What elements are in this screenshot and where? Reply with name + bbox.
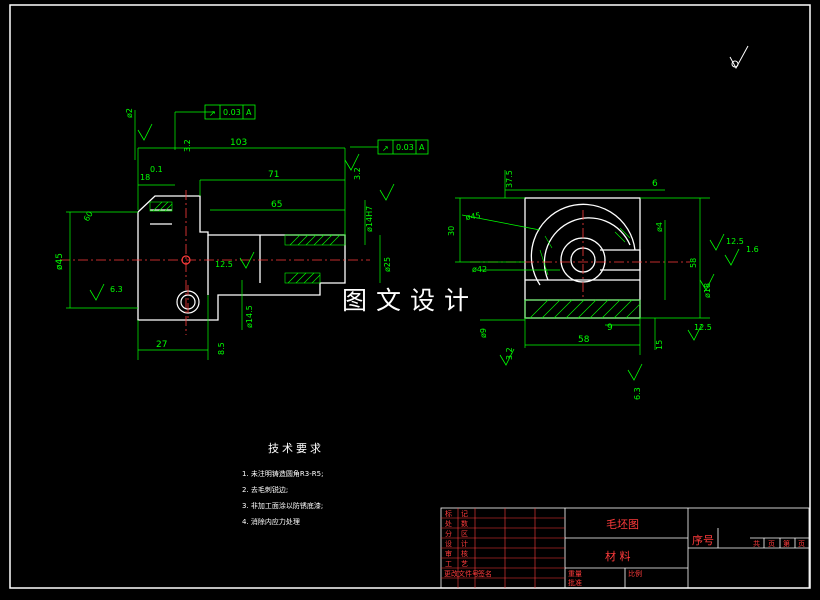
title-block-row-label: 工 [445, 560, 452, 568]
left-view-hatch [149, 201, 346, 284]
tech-requirement-item: 3. 非加工面涂以防锈底漆; [242, 502, 324, 510]
dim-text: 12.5 [694, 323, 712, 332]
dim-text: 0.1 [150, 165, 163, 174]
title-block-sheet-cell: 页 [798, 540, 805, 548]
left-view-part-outline [137, 195, 346, 321]
title-block-sheet-cell: 第 [783, 540, 790, 548]
title-block-row-label: 设 [445, 540, 452, 548]
title-block-row-label: 记 [461, 510, 468, 518]
title-block-seq-label: 序号 [692, 534, 714, 547]
title-block-row-label: 分 [445, 530, 452, 538]
dim-text: ø25 [383, 257, 392, 272]
dim-text: 37.5 [505, 170, 514, 188]
dim-text: 65 [271, 200, 282, 210]
dim-text: 58 [578, 335, 590, 345]
title-block-row-label: 标 [445, 510, 452, 518]
dim-text: 15 [655, 340, 664, 350]
dim-text: 71 [268, 170, 279, 180]
dim-text: 12.5 [215, 260, 233, 269]
right-view-roughness-symbols [499, 233, 740, 381]
dim-text: 6 [652, 179, 658, 189]
title-block-material-label: 材 料 [605, 550, 631, 563]
dim-text: ø14H7 [365, 206, 374, 232]
dim-text: 3.2 [183, 139, 192, 152]
dim-text: ↗ [209, 109, 216, 118]
title-block-row-label: 艺 [461, 560, 468, 568]
title-block-row-label: 数 [461, 520, 468, 528]
title-block-sheet-cell: 页 [768, 540, 775, 548]
tolerance-frame-2 [350, 139, 429, 155]
dim-text: ø14.5 [245, 305, 254, 328]
dim-text: 18 [140, 173, 150, 182]
dim-text: 0.03 [396, 143, 414, 152]
dim-text: ø42 [472, 265, 487, 274]
dim-text: ø2 [125, 108, 134, 118]
dim-text: 0.03 [223, 108, 241, 117]
title-block-row-label: 区 [461, 530, 468, 538]
dim-text: ø45 [465, 211, 481, 222]
technical-requirements: 技术要求 1. 未注明铸造圆角R3-R5; 2. 去毛刺锐边; 3. 非加工面涂… [242, 440, 324, 530]
tech-requirement-item: 2. 去毛刺锐边; [242, 486, 289, 494]
dim-text: 58 [689, 258, 698, 268]
dim-text: A [246, 108, 252, 117]
tech-requirements-title: 技术要求 [268, 442, 324, 455]
dim-text: 103 [230, 138, 247, 148]
dim-text: ø4 [655, 222, 664, 232]
title-block-sign-label: 批准 [568, 579, 582, 587]
dim-text: 6.3 [110, 285, 123, 294]
dim-text: ø45 [55, 253, 65, 270]
dim-text: ø18 [703, 283, 712, 298]
title-block-row-label: 计 [461, 540, 468, 548]
title-block-row-label: 核 [461, 550, 468, 558]
tech-requirement-item: 4. 消除内应力处理 [242, 518, 300, 526]
title-block-sheet-cell: 共 [753, 540, 760, 548]
dim-text: 3.2 [353, 167, 362, 180]
title-block-row-label: 更改文件号 [444, 570, 479, 578]
dim-text: 30 [447, 226, 456, 236]
dim-text: 1.6 [746, 245, 759, 254]
watermark-text: 图文设计 [338, 284, 483, 318]
title-block-sign-label: 比例 [628, 570, 642, 578]
dim-text: 9 [607, 323, 613, 333]
roughness-symbol-general [729, 45, 749, 70]
title-block-row-label: 处 [445, 520, 452, 528]
title-block-sign-label: 重量 [568, 570, 582, 578]
dim-text: 12.5 [726, 237, 744, 246]
dim-text: 3.2 [505, 347, 514, 360]
dim-text: ø9 [479, 328, 488, 338]
dim-text: 27 [156, 340, 167, 350]
title-block-row-label: 签名 [478, 570, 492, 578]
right-view-hatch [524, 227, 641, 319]
dim-text: 6.3 [633, 387, 642, 400]
title-block-row-label: 审 [445, 550, 452, 558]
dim-text: A [419, 143, 425, 152]
tech-requirement-item: 1. 未注明铸造圆角R3-R5; [242, 470, 324, 478]
title-block-drawing-name: 毛坯图 [606, 518, 639, 531]
dim-text: 8.5 [217, 342, 226, 355]
dim-text: ↗ [382, 144, 389, 153]
